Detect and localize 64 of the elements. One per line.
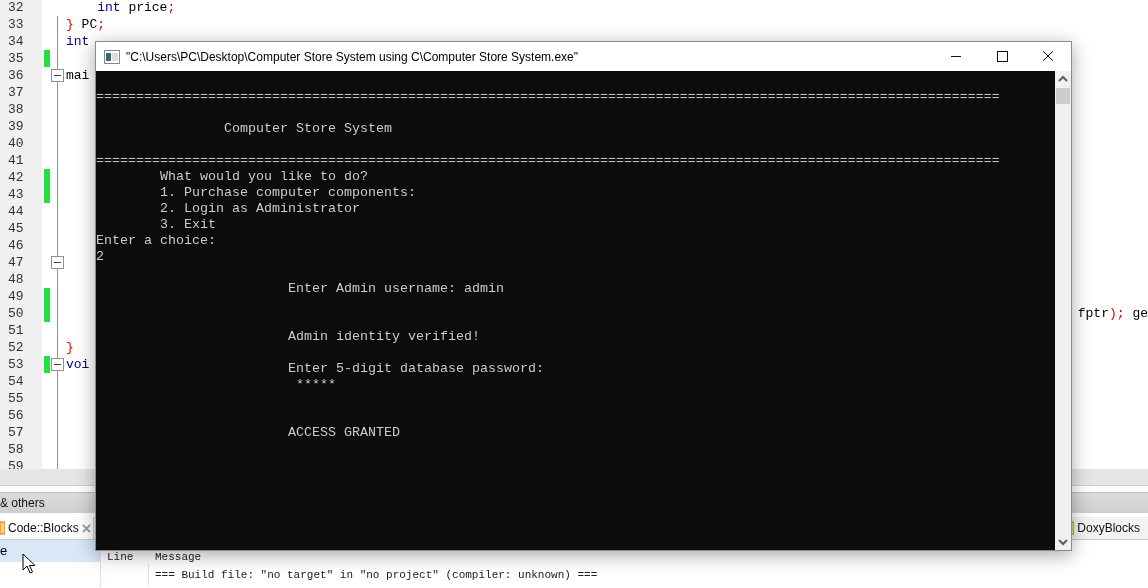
log-message: === Build file: "no target" in "no project" (compiler: unknown) === xyxy=(154,569,598,581)
console-text: Computer Store System xyxy=(224,121,392,136)
line-number: 53 xyxy=(0,356,42,373)
line-number: 45 xyxy=(0,220,42,237)
console-text: ***** xyxy=(296,377,336,392)
code-line: int price; xyxy=(97,0,176,16)
console-text: Admin identity verified! xyxy=(288,329,480,344)
line-number: 42 xyxy=(0,169,42,186)
line-number: 36 xyxy=(0,67,42,84)
line-number: 40 xyxy=(0,135,42,152)
fold-collapse-icon[interactable] xyxy=(51,256,64,269)
line-number: 51 xyxy=(0,322,42,339)
mouse-pointer-icon xyxy=(22,553,36,575)
line-number: 37 xyxy=(0,84,42,101)
code-line: voi xyxy=(66,356,90,373)
column-header[interactable]: Message xyxy=(149,551,202,563)
line-number: 33 xyxy=(0,16,42,33)
code-line: fptr); ge xyxy=(1077,305,1148,322)
equals-separator: ================================================================================================================= xyxy=(96,153,1000,168)
code-line: mai xyxy=(66,67,90,84)
console-text: Enter Admin username: admin xyxy=(288,281,504,296)
console-text: What would you like to do? xyxy=(160,169,368,184)
equals-separator: ================================================================================================================= xyxy=(96,89,1000,104)
console-text: ACCESS GRANTED xyxy=(288,425,400,440)
line-number: 46 xyxy=(0,237,42,254)
line-number: 50 xyxy=(0,305,42,322)
line-number: 43 xyxy=(0,186,42,203)
code-line: } xyxy=(66,339,74,356)
line-number: 34 xyxy=(0,33,42,50)
line-number: 35 xyxy=(0,50,42,67)
line-number: 55 xyxy=(0,390,42,407)
log-list-item[interactable]: e xyxy=(0,540,100,562)
line-number: 57 xyxy=(0,424,42,441)
document-icon xyxy=(0,521,5,535)
line-number: 52 xyxy=(0,339,42,356)
line-number: 56 xyxy=(0,407,42,424)
console-app-icon xyxy=(104,49,120,64)
line-number: 32 xyxy=(0,0,42,16)
console-text: Enter 5-digit database password: xyxy=(288,361,544,376)
console-text: 2 xyxy=(96,249,104,264)
line-number: 54 xyxy=(0,373,42,390)
line-number: 49 xyxy=(0,288,42,305)
code-line: int xyxy=(66,33,90,50)
line-number: 39 xyxy=(0,118,42,135)
console-text: 1. Purchase computer components: xyxy=(160,185,416,200)
console-text: Enter a choice: xyxy=(96,233,216,248)
line-number: 47 xyxy=(0,254,42,271)
console-text: 3. Exit xyxy=(160,217,216,232)
line-number: 48 xyxy=(0,271,42,288)
line-number: 41 xyxy=(0,152,42,169)
line-number: 44 xyxy=(0,203,42,220)
line-number: 58 xyxy=(0,441,42,458)
close-icon[interactable] xyxy=(81,523,91,533)
window-title: "C:\Users\PC\Desktop\Computer Store System using C\Computer Store System.exe" xyxy=(126,49,579,64)
vertical-scrollbar[interactable] xyxy=(1055,71,1071,550)
line-number: 38 xyxy=(0,101,42,118)
console-text: 2. Login as Administrator xyxy=(160,201,360,216)
fold-collapse-icon[interactable] xyxy=(51,69,64,82)
fold-collapse-icon[interactable] xyxy=(51,358,64,371)
code-line: } PC; xyxy=(66,16,106,33)
panel-tab[interactable]: Code::Blocks xyxy=(0,517,94,539)
panel-title: & others xyxy=(0,496,45,510)
scrollbar-thumb[interactable] xyxy=(1056,88,1070,104)
column-header[interactable]: Line xyxy=(101,550,149,564)
